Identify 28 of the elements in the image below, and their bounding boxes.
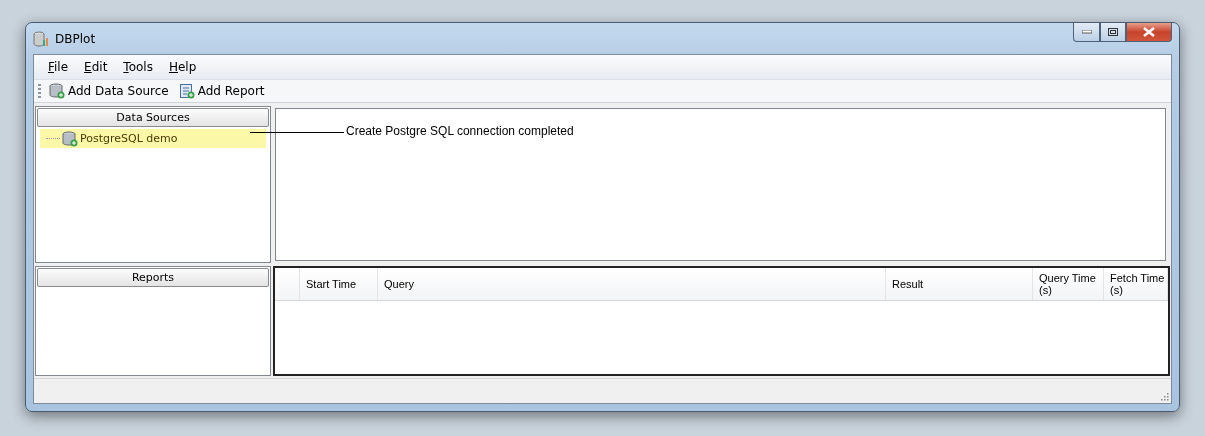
column-header[interactable]: Query <box>378 268 886 300</box>
panel-header[interactable]: Reports <box>37 268 269 287</box>
tree-item-label: PostgreSQL demo <box>80 132 178 145</box>
minimize-button[interactable] <box>1073 23 1100 42</box>
menu-item[interactable]: File <box>40 60 77 74</box>
tree-item[interactable]: PostgreSQL demo <box>40 129 266 148</box>
app-icon <box>33 30 49 47</box>
close-button[interactable] <box>1126 23 1172 42</box>
column-header[interactable]: Query Time (s) <box>1033 268 1104 300</box>
report-add-icon <box>178 83 195 99</box>
toolbar-button[interactable]: Add Data Source <box>47 83 171 99</box>
resize-grip-icon <box>1159 391 1169 401</box>
maximize-button[interactable] <box>1100 23 1126 42</box>
toolbar-button[interactable]: Add Report <box>176 83 267 99</box>
panel-header[interactable]: Data Sources <box>37 108 269 127</box>
database-add-icon <box>49 83 65 99</box>
minimize-icon <box>1081 30 1092 34</box>
menu-item[interactable]: Help <box>160 60 205 74</box>
database-icon <box>62 130 78 147</box>
column-header[interactable]: Result <box>886 268 1033 300</box>
maximize-icon <box>1108 28 1118 36</box>
window-title: DBPlot <box>55 31 96 46</box>
menu-item[interactable]: Tools <box>115 60 161 74</box>
close-icon <box>1143 27 1155 37</box>
menu-item[interactable]: Edit <box>76 60 116 74</box>
column-header[interactable]: Start Time <box>300 268 378 300</box>
log-message: Create Postgre SQL connection completed <box>346 124 574 138</box>
column-header[interactable]: Fetch Time (s) <box>1104 268 1168 300</box>
